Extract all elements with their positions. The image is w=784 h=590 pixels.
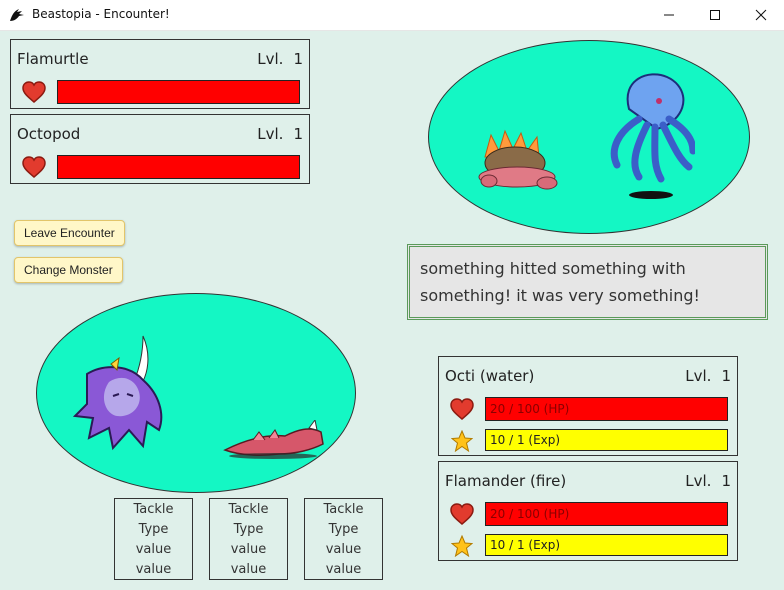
hp-bar bbox=[57, 80, 300, 104]
close-icon bbox=[755, 9, 767, 21]
level-label: Lvl. 1 bbox=[257, 50, 303, 68]
heart-icon bbox=[22, 156, 46, 178]
heart-icon bbox=[450, 398, 474, 420]
star-icon bbox=[451, 430, 473, 452]
close-button[interactable] bbox=[738, 0, 784, 30]
level-label: Lvl. 1 bbox=[685, 367, 731, 385]
team-monster-panel[interactable]: Octi (water) Lvl. 1 20 / 100 (HP) 10 / 1 … bbox=[438, 356, 738, 456]
heart-icon bbox=[22, 81, 46, 103]
enemy-status-panel: Flamurtle Lvl. 1 bbox=[10, 39, 310, 109]
move-value: value bbox=[135, 542, 172, 557]
monster-name: Octi (water) bbox=[445, 367, 535, 385]
octopod-sprite bbox=[610, 73, 695, 199]
monster-name: Flamander (fire) bbox=[445, 472, 567, 490]
level-label: Lvl. 1 bbox=[685, 472, 731, 490]
enemy-arena bbox=[428, 40, 750, 234]
window-title: Beastopia - Encounter! bbox=[32, 7, 170, 21]
monster-name: Octopod bbox=[17, 125, 81, 143]
move-card[interactable]: Tackle Type value value bbox=[114, 498, 193, 580]
minimize-icon bbox=[664, 14, 674, 16]
minimize-button[interactable] bbox=[646, 0, 692, 30]
hp-bar bbox=[57, 155, 300, 179]
hp-bar: 20 / 100 (HP) bbox=[485, 502, 728, 526]
heart-icon bbox=[450, 503, 474, 525]
team-monster-panel[interactable]: Flamander (fire) Lvl. 1 20 / 100 (HP) 10 … bbox=[438, 461, 738, 561]
star-icon bbox=[451, 535, 473, 557]
move-card[interactable]: Tackle Type value value bbox=[304, 498, 383, 580]
maximize-icon bbox=[710, 10, 720, 20]
octi-sprite bbox=[73, 335, 163, 451]
flamurtle-sprite bbox=[478, 129, 558, 190]
move-value: value bbox=[325, 562, 362, 577]
monster-name: Flamurtle bbox=[17, 50, 89, 68]
enemy-status-panel: Octopod Lvl. 1 bbox=[10, 114, 310, 184]
battle-message-text: something hitted something with somethin… bbox=[420, 259, 700, 305]
flamander-sprite bbox=[223, 420, 324, 459]
maximize-button[interactable] bbox=[692, 0, 738, 30]
player-arena bbox=[36, 293, 356, 493]
move-type: Type bbox=[328, 522, 359, 537]
battle-message-box: something hitted something with somethin… bbox=[407, 244, 768, 320]
dragon-logo-icon bbox=[10, 9, 24, 21]
move-type: Type bbox=[233, 522, 264, 537]
level-label: Lvl. 1 bbox=[257, 125, 303, 143]
exp-bar: 10 / 1 (Exp) bbox=[485, 429, 728, 451]
move-value: value bbox=[135, 562, 172, 577]
move-card[interactable]: Tackle Type value value bbox=[209, 498, 288, 580]
hp-bar: 20 / 100 (HP) bbox=[485, 397, 728, 421]
move-value: value bbox=[230, 542, 267, 557]
change-monster-button[interactable]: Change Monster bbox=[14, 257, 123, 283]
move-name: Tackle bbox=[323, 502, 364, 517]
move-name: Tackle bbox=[133, 502, 174, 517]
move-type: Type bbox=[138, 522, 169, 537]
move-value: value bbox=[325, 542, 362, 557]
leave-encounter-button[interactable]: Leave Encounter bbox=[14, 220, 125, 246]
move-name: Tackle bbox=[228, 502, 269, 517]
exp-bar: 10 / 1 (Exp) bbox=[485, 534, 728, 556]
title-bar: Beastopia - Encounter! bbox=[0, 0, 784, 31]
move-value: value bbox=[230, 562, 267, 577]
